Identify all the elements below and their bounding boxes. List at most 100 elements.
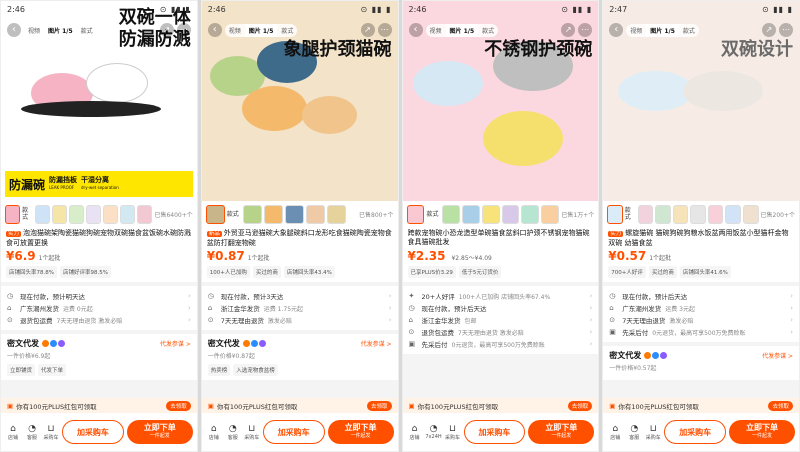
style-thumbnail[interactable] (284, 204, 304, 224)
store-button[interactable]: ⌂ 店铺 (407, 424, 423, 441)
store-button[interactable]: ⌂ 店铺 (5, 424, 21, 441)
style-thumbnail[interactable] (406, 204, 425, 224)
back-icon[interactable]: ‹ (609, 23, 624, 37)
tab-styles[interactable]: 款式 (679, 24, 699, 37)
service-line[interactable]: ⌂ 浙江金华发货 运费 1.75元起 › (208, 302, 392, 314)
tab-video[interactable]: 视频 (24, 24, 44, 37)
info-chip[interactable]: 买过的商 (252, 266, 281, 278)
info-chip[interactable]: 店铺回头率78.8% (6, 266, 57, 278)
seller-row[interactable]: 密文代发 代发参谋 > (609, 350, 793, 361)
info-chip[interactable]: 700+人好评 (608, 266, 646, 278)
seller-enter-link[interactable]: 代发参谋 > (762, 351, 793, 360)
style-thumbnail[interactable] (441, 204, 460, 224)
info-chip[interactable]: 买过的商 (648, 266, 677, 278)
tab-video[interactable]: 视频 (225, 24, 245, 37)
add-to-cart-button[interactable]: 加采购车 (262, 420, 325, 444)
style-thumbnail[interactable] (607, 204, 623, 224)
purchase-cart-button[interactable]: ⊔ 采购车 (445, 424, 461, 441)
style-thumbnail[interactable] (501, 204, 520, 224)
more-icon[interactable]: ⋯ (377, 23, 392, 37)
claim-button[interactable]: 去领取 (567, 400, 593, 411)
style-thumbnail[interactable] (263, 204, 283, 224)
plus-coupon-banner[interactable]: ▣ 你有100元PLUS红包可领取 去领取 (201, 398, 398, 413)
buy-now-button[interactable]: 立即下单 一件起发 (729, 420, 795, 444)
tab-images[interactable]: 图片 1/5 (244, 23, 278, 37)
service-line[interactable]: ⊙ 退货包运费 7天无理由退货 激发必赔 › (409, 326, 593, 338)
add-to-cart-button[interactable]: 加采购车 (664, 420, 727, 444)
service-line[interactable]: ⊙ 7天无理由退货 激发必赔 › (208, 314, 392, 326)
store-button[interactable]: ⌂ 店铺 (206, 424, 222, 441)
product-hero-image[interactable]: 2:46 ⊙ ▮▮ ▮ ‹ 视频 图片 1/5 款式 ↗ ⋯ 不锈钢护颈碗 (402, 1, 599, 201)
info-chip[interactable]: 店铺回头率43.4% (283, 266, 335, 278)
service-line[interactable]: ⌂ 广东潮州发货 运费 3元起 › (609, 302, 793, 314)
service-button[interactable]: ◔ 客服 (225, 424, 241, 441)
service-line[interactable]: ◷ 现在付款，预计后天达 › (409, 302, 593, 314)
style-thumbnail[interactable] (326, 204, 346, 224)
style-thumbnail[interactable] (541, 204, 560, 224)
style-thumbnail[interactable] (242, 204, 262, 224)
product-hero-image[interactable]: 2:47 ⊙ ▮▮ ▮ ‹ 视频 图片 1/5 款式 ↗ ⋯ 双碗设计 (603, 1, 799, 201)
service-button[interactable]: ◔ 客服 (24, 424, 40, 441)
plus-coupon-banner[interactable]: ▣ 你有100元PLUS红包可领取 去领取 (402, 398, 599, 413)
style-thumbnail[interactable] (120, 204, 136, 224)
style-thumbnail[interactable] (5, 204, 21, 224)
seller-tag[interactable]: 热卖榜 (207, 364, 231, 376)
tab-images[interactable]: 图片 1/5 (646, 23, 679, 37)
back-icon[interactable]: ‹ (207, 23, 222, 37)
purchase-cart-button[interactable]: ⊔ 采购车 (43, 424, 59, 441)
info-chip[interactable]: 已享PLUS价3.29 (407, 266, 456, 278)
seller-tag[interactable]: 立即铺货 (7, 364, 36, 376)
add-to-cart-button[interactable]: 加采购车 (463, 420, 526, 444)
claim-button[interactable]: 去领取 (768, 400, 793, 411)
style-thumbnail[interactable] (34, 204, 50, 224)
style-thumbnail[interactable] (51, 204, 68, 224)
info-chip[interactable]: 低于5元订货价 (458, 266, 502, 278)
service-line[interactable]: ◷ 现在付款，预计3天达 › (208, 290, 392, 302)
service-line[interactable]: ▣ 先采后付 0元退货，最高可享500万免费赊账 › (409, 338, 593, 350)
store-button[interactable]: ⌂ 店铺 (607, 424, 623, 441)
style-thumbnail[interactable] (707, 204, 724, 224)
purchase-cart-button[interactable]: ⊔ 采购车 (645, 424, 661, 441)
share-icon[interactable]: ↗ (762, 23, 776, 37)
service-line[interactable]: ◷ 现在付款，预计明天达 › (7, 290, 191, 302)
style-thumbnail[interactable] (672, 204, 689, 224)
share-icon[interactable]: ↗ (561, 23, 576, 37)
style-thumbnail[interactable] (742, 204, 759, 224)
service-line[interactable]: ⌂ 广东潮州发货 运费 0元起 › (7, 302, 191, 314)
back-icon[interactable]: ‹ (408, 23, 423, 37)
service-line[interactable]: ✦ 20+人好评 100+人已加购 店铺回头率67.4% › (409, 290, 593, 302)
tab-video[interactable]: 视频 (626, 24, 646, 37)
service-button[interactable]: ◔ 客服 (626, 424, 642, 441)
product-hero-image[interactable]: 2:46 ⊙ ▮▮ ▮ ‹ 视频 图片 1/5 款式 ↗ ⋯ 双碗一体 防漏防溅 防漏… (1, 1, 197, 201)
more-icon[interactable]: ⋯ (578, 23, 593, 37)
tab-styles[interactable]: 款式 (277, 24, 297, 37)
style-thumbnail[interactable] (305, 204, 325, 224)
style-thumbnail[interactable] (86, 204, 102, 224)
tab-video[interactable]: 视频 (426, 24, 446, 37)
style-thumbnail[interactable] (103, 204, 119, 224)
style-thumbnail[interactable] (725, 204, 741, 224)
tab-styles[interactable]: 款式 (77, 24, 97, 37)
seller-row[interactable]: 密文代发 代发参谋 > (208, 338, 392, 349)
style-thumbnail[interactable] (137, 204, 153, 224)
style-thumbnail[interactable] (690, 204, 706, 224)
share-icon[interactable]: ↗ (360, 23, 375, 37)
buy-now-button[interactable]: 立即下单 一件起发 (327, 420, 394, 444)
buy-now-button[interactable]: 立即下单 一件起发 (126, 420, 193, 444)
style-thumbnail[interactable] (461, 204, 480, 224)
style-thumbnail[interactable] (69, 204, 85, 224)
add-to-cart-button[interactable]: 加采购车 (62, 420, 124, 444)
style-thumbnail[interactable] (205, 204, 225, 224)
seller-tag[interactable]: 代发下单 (38, 364, 67, 376)
seller-tag[interactable]: 入选宠物食盆榜 (233, 364, 278, 376)
purchase-cart-button[interactable]: ⊔ 采购车 (244, 424, 260, 441)
tab-images[interactable]: 图片 1/5 (44, 23, 77, 37)
info-chip[interactable]: 店铺好评率98.5% (59, 266, 111, 278)
seller-row[interactable]: 密文代发 代发参谋 > (7, 338, 191, 349)
plus-coupon-banner[interactable]: ▣ 你有100元PLUS红包可领取 去领取 (603, 398, 799, 413)
seller-enter-link[interactable]: 代发参谋 > (361, 339, 392, 348)
claim-button[interactable]: 去领取 (166, 400, 191, 411)
back-icon[interactable]: ‹ (7, 23, 21, 37)
claim-button[interactable]: 去领取 (366, 400, 392, 411)
tab-images[interactable]: 图片 1/5 (445, 23, 479, 37)
